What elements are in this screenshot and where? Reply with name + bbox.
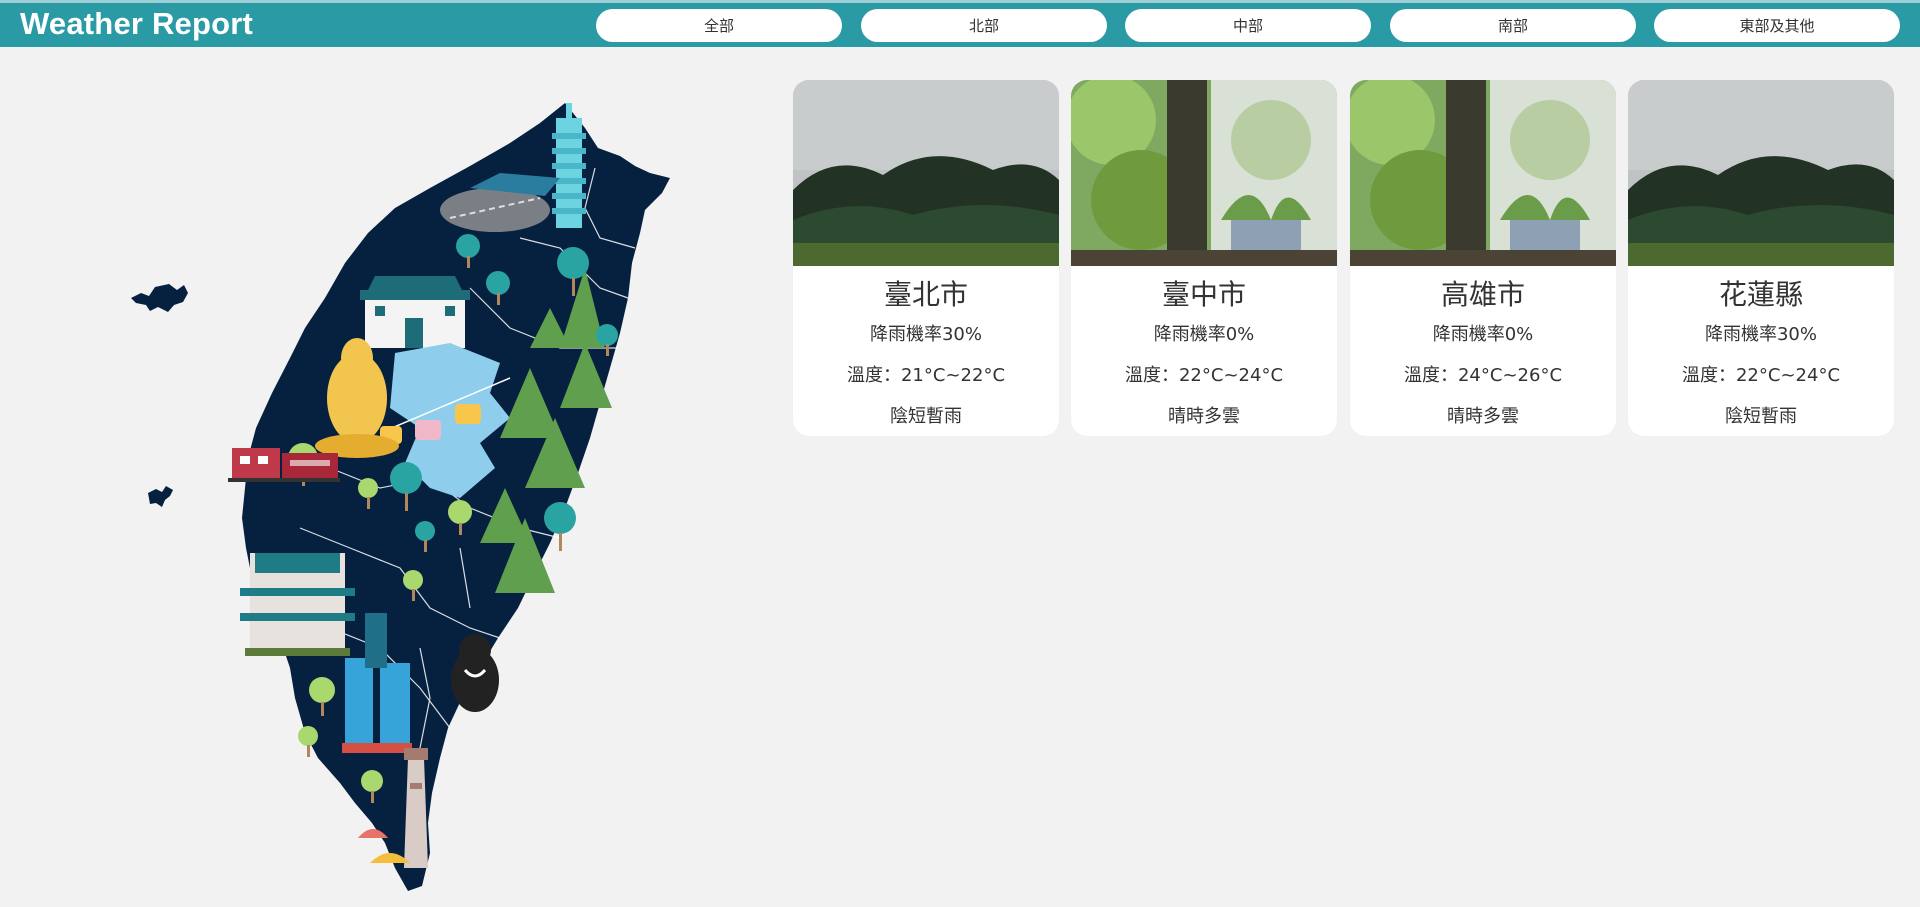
weather-photo: [1350, 80, 1616, 266]
weather-description: 晴時多雲: [1168, 406, 1240, 427]
city-name: 高雄市: [1440, 278, 1525, 311]
rain-probability: 降雨機率0%: [1153, 324, 1255, 345]
region-button-east-other[interactable]: 東部及其他: [1654, 9, 1900, 42]
region-button-central[interactable]: 中部: [1125, 9, 1371, 42]
weather-photo: [1071, 80, 1337, 266]
taipei-101-icon: [552, 103, 586, 228]
memorial-hall-icon: [360, 276, 470, 348]
rain-probability: 降雨機率0%: [1432, 324, 1534, 345]
region-button-south[interactable]: 南部: [1390, 9, 1636, 42]
city-name: 臺北市: [883, 278, 968, 311]
weather-card[interactable]: 高雄市 降雨機率0% 溫度：24°C~26°C 晴時多雲: [1350, 80, 1616, 436]
weather-photo: [1628, 80, 1894, 266]
app-title: Weather Report: [20, 6, 254, 41]
region-button-north[interactable]: 北部: [861, 9, 1107, 42]
city-name: 花蓮縣: [1718, 278, 1803, 311]
weather-description: 晴時多雲: [1447, 406, 1519, 427]
temperature-range: 溫度：22°C~24°C: [1124, 365, 1284, 386]
rain-probability: 降雨機率30%: [1704, 324, 1817, 345]
small-island-icon: [148, 486, 173, 507]
weather-description: 陰短暫雨: [890, 406, 962, 427]
window-plants-icon: [1071, 80, 1337, 266]
region-button-all[interactable]: 全部: [596, 9, 842, 42]
window-plants-icon: [1350, 80, 1616, 266]
temperature-range: 溫度：22°C~24°C: [1681, 365, 1841, 386]
temperature-range: 溫度：21°C~22°C: [846, 365, 1006, 386]
weather-card[interactable]: 花蓮縣 降雨機率30% 溫度：22°C~24°C 陰短暫雨: [1628, 80, 1894, 436]
rain-probability: 降雨機率30%: [869, 324, 982, 345]
misty-forest-icon: [1628, 80, 1894, 266]
misty-forest-icon: [793, 80, 1059, 266]
taiwan-map-icon: [131, 103, 670, 891]
taiwan-map-illustration: [0, 48, 790, 903]
temple-icon: [240, 553, 355, 656]
city-name: 臺中市: [1161, 278, 1246, 311]
header-bar: Weather Report 全部 北部 中部 南部 東部及其他: [0, 3, 1920, 47]
train-icon: [228, 448, 340, 482]
weather-card[interactable]: 臺北市 降雨機率30% 溫度：21°C~22°C 陰短暫雨: [793, 80, 1059, 436]
penghu-island-icon: [131, 284, 188, 312]
weather-card[interactable]: 臺中市 降雨機率0% 溫度：22°C~24°C 晴時多雲: [1071, 80, 1337, 436]
weather-description: 陰短暫雨: [1725, 406, 1797, 427]
temperature-range: 溫度：24°C~26°C: [1403, 365, 1563, 386]
weather-photo: [793, 80, 1059, 266]
